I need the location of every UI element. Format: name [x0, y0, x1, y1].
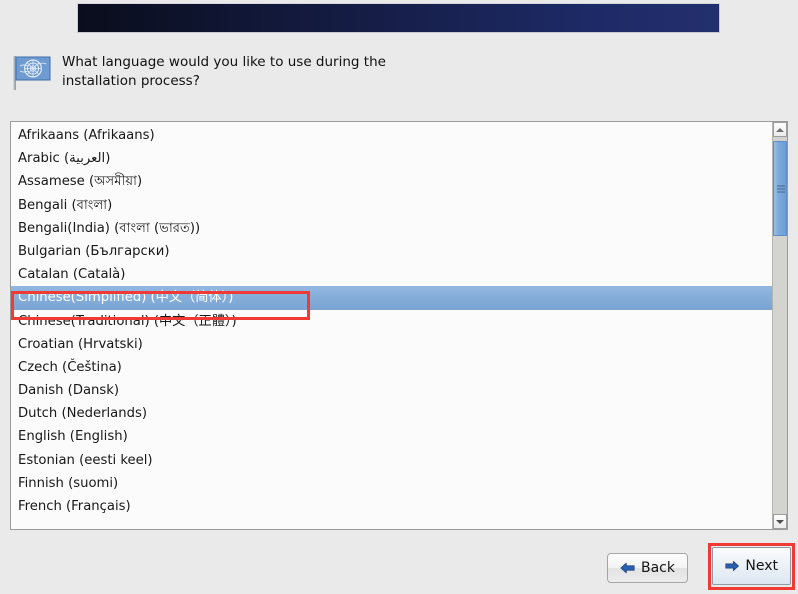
language-row[interactable]: English (English): [11, 425, 772, 448]
vertical-scrollbar[interactable]: [772, 122, 787, 529]
installer-banner: [77, 3, 720, 33]
next-button-label: Next: [745, 558, 778, 574]
next-button[interactable]: Next: [712, 547, 791, 585]
scrollbar-thumb[interactable]: [773, 141, 787, 236]
back-button[interactable]: Back: [607, 553, 688, 583]
language-row[interactable]: Assamese (অসমীয়া): [11, 170, 772, 193]
back-button-label: Back: [641, 560, 675, 576]
language-row[interactable]: Catalan (Català): [11, 263, 772, 286]
prompt-text: What language would you like to use duri…: [62, 54, 386, 89]
selected-language-row[interactable]: Chinese(Simplified) (中文（简体）): [11, 286, 772, 310]
chevron-down-icon[interactable]: [773, 514, 787, 529]
language-row[interactable]: Estonian (eesti keel): [11, 449, 772, 472]
language-row[interactable]: French (Français): [11, 495, 772, 518]
language-row[interactable]: Danish (Dansk): [11, 379, 772, 402]
arrow-right-icon: [725, 560, 739, 572]
language-row[interactable]: Bulgarian (Български): [11, 240, 772, 263]
arrow-left-icon: [620, 562, 635, 574]
language-row[interactable]: Bengali(India) (বাংলা (ভারত)): [11, 217, 772, 240]
language-list-viewport[interactable]: Afrikaans (Afrikaans) Arabic (العربية) Ass…: [11, 122, 772, 529]
scroll-up-arrow: [776, 127, 784, 132]
scrollbar-grip: [777, 185, 785, 192]
language-row[interactable]: Finnish (suomi): [11, 472, 772, 495]
language-row[interactable]: Arabic (العربية): [11, 147, 772, 170]
language-row[interactable]: Dutch (Nederlands): [11, 402, 772, 425]
language-row[interactable]: Croatian (Hrvatski): [11, 333, 772, 356]
language-row[interactable]: Czech (Čeština): [11, 356, 772, 379]
language-listbox[interactable]: Afrikaans (Afrikaans) Arabic (العربية) Ass…: [10, 121, 788, 530]
un-flag-icon: [10, 52, 54, 94]
language-row[interactable]: Chinese(Traditional) (中文（正體）): [11, 310, 772, 333]
chevron-up-icon[interactable]: [773, 122, 787, 137]
language-row[interactable]: Afrikaans (Afrikaans): [11, 124, 772, 147]
scroll-down-arrow: [776, 519, 784, 524]
language-row[interactable]: Bengali (বাংলা): [11, 194, 772, 217]
prompt-row: What language would you like to use duri…: [10, 50, 750, 94]
